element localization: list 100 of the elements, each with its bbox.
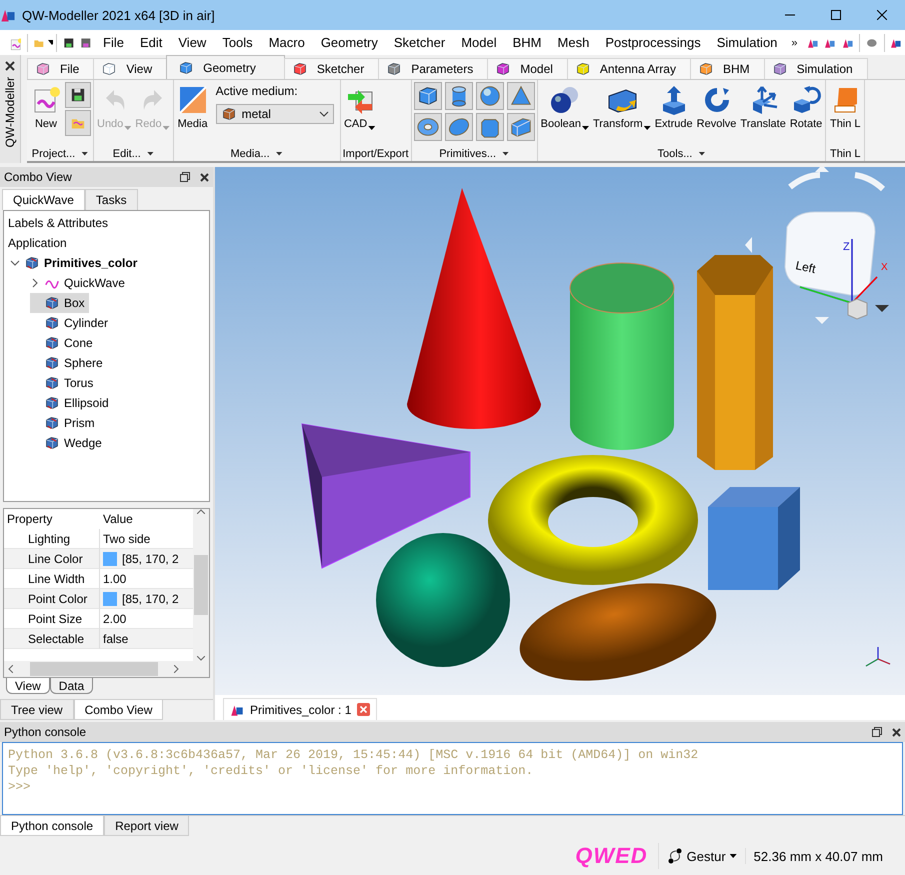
ribbon-tab[interactable]: Simulation	[764, 58, 868, 79]
tree-item[interactable]: Torus	[30, 373, 98, 393]
chevron-down-icon[interactable]	[10, 258, 20, 268]
scroll-down-icon[interactable]	[197, 656, 205, 661]
float-window-icon[interactable]	[872, 727, 882, 737]
group-title: Primitives...	[439, 148, 496, 160]
axis-triad-icon	[865, 646, 891, 667]
cylinder-button[interactable]	[444, 82, 473, 110]
scroll-right-icon[interactable]	[174, 665, 179, 673]
tree-item[interactable]: Prism	[30, 413, 99, 433]
scroll-up-icon[interactable]	[197, 509, 205, 514]
menu-item[interactable]: Postprocessings	[597, 35, 709, 50]
ribbon-button[interactable]: Extrude	[654, 82, 694, 132]
cube-button[interactable]	[414, 82, 442, 110]
dimensions-readout: 52.36 mm x 40.07 mm	[752, 848, 884, 864]
float-window-icon[interactable]	[180, 172, 190, 182]
tree-item[interactable]: Sphere	[30, 353, 107, 373]
medium-dropdown[interactable]: metal	[216, 104, 334, 124]
ribbon-button[interactable]: New	[29, 82, 63, 132]
menu-item[interactable]: BHM	[504, 35, 550, 50]
tree-item[interactable]: Box	[30, 293, 89, 313]
ribbon-button[interactable]: Rotate	[788, 82, 824, 132]
tree-item[interactable]: Primitives_color	[10, 253, 142, 273]
ribbon-tab[interactable]: Model	[487, 58, 568, 79]
menu-item[interactable]: Mesh	[550, 35, 598, 50]
ribbon-button[interactable]: Boolean	[540, 82, 590, 132]
ribbon-tab[interactable]: View	[93, 58, 168, 79]
property-value[interactable]: false	[100, 629, 193, 649]
prism-button[interactable]	[476, 113, 504, 141]
ellipsoid-button[interactable]	[444, 113, 473, 141]
menu-item[interactable]: Edit	[132, 35, 170, 50]
ribbon-tab[interactable]: File	[27, 58, 94, 79]
ribbon-button[interactable]: Media	[176, 82, 210, 132]
tree-item[interactable]: Ellipsoid	[30, 393, 113, 413]
panel-tab[interactable]: Tree view	[0, 700, 74, 720]
menu-item[interactable]: Tools	[214, 35, 261, 50]
close-icon	[877, 10, 887, 20]
ribbon-button[interactable]: Transform	[592, 82, 652, 132]
menu-item[interactable]: Sketcher	[386, 35, 454, 50]
document-tab[interactable]: Primitives_color : 1	[223, 698, 378, 720]
console-line: >>>	[8, 779, 32, 795]
save-button[interactable]	[65, 82, 91, 108]
ribbon-tab[interactable]: Geometry	[166, 55, 285, 79]
ribbon-tab[interactable]: Parameters	[378, 58, 488, 79]
panel-tab[interactable]: Report view	[104, 816, 190, 836]
tab-icon	[34, 61, 52, 77]
tree-item[interactable]: QuickWave	[30, 273, 129, 293]
ribbon-tab[interactable]: BHM	[690, 58, 765, 79]
3d-viewport[interactable]: Left Z X	[215, 167, 905, 695]
panel-title: QW-Modeller	[3, 77, 17, 148]
ribbon-button[interactable]: Translate	[739, 82, 787, 132]
dropdown-arrow-icon[interactable]	[48, 40, 54, 45]
column-header: Value	[102, 511, 134, 528]
sphere-button[interactable]	[476, 82, 504, 110]
dialog-launcher-icon[interactable]	[502, 152, 510, 156]
wedge-button[interactable]	[506, 113, 535, 141]
ribbon-tab[interactable]: Sketcher	[284, 58, 380, 79]
dialog-launcher-icon[interactable]	[276, 152, 283, 156]
tree-item[interactable]: Wedge	[30, 433, 106, 453]
cone-button[interactable]	[506, 82, 535, 110]
ribbon-tab[interactable]: Antenna Array	[566, 58, 691, 79]
menu-overflow-chevron[interactable]: »	[791, 36, 798, 48]
group-title: Import/Export	[342, 148, 409, 160]
torus-button[interactable]	[414, 113, 442, 141]
panel-tab[interactable]: Python console	[0, 816, 104, 836]
dialog-launcher-icon[interactable]	[146, 152, 154, 156]
menu-item[interactable]: File	[95, 35, 132, 50]
menu-item[interactable]: View	[170, 35, 214, 50]
tree-item[interactable]: Cylinder	[30, 313, 112, 333]
menu-item[interactable]: Geometry	[312, 35, 386, 50]
tree-header: Labels & Attributes	[7, 215, 110, 232]
panel-tab[interactable]: QuickWave	[2, 189, 85, 210]
menu-item[interactable]: Model	[453, 35, 505, 50]
property-tab[interactable]: Data	[50, 678, 94, 694]
panel-tab[interactable]: Tasks	[84, 189, 138, 210]
scrollbar-thumb[interactable]	[194, 555, 208, 615]
dialog-launcher-icon[interactable]	[81, 152, 88, 156]
navigation-style-dropdown[interactable]: Gestur	[658, 848, 746, 864]
scrollbar-thumb[interactable]	[30, 662, 158, 676]
cube-icon	[220, 106, 237, 122]
close-icon[interactable]	[200, 172, 209, 182]
property-value[interactable]: [85, 170, 2	[100, 589, 193, 609]
cube-view-menu-icon[interactable]	[848, 298, 889, 320]
ribbon-button[interactable]: Thin L	[828, 82, 862, 132]
property-value[interactable]: [85, 170, 2	[100, 549, 193, 569]
window-title: QW-Modeller 2021 x64 [3D in air]	[22, 8, 216, 22]
close-icon[interactable]	[5, 61, 15, 71]
dialog-launcher-icon[interactable]	[698, 152, 706, 156]
property-tab[interactable]: View	[6, 678, 50, 694]
chevron-right-icon[interactable]	[30, 278, 40, 288]
caret-icon	[730, 854, 737, 858]
menu-item[interactable]: Simulation	[708, 35, 786, 50]
scroll-left-icon[interactable]	[8, 665, 13, 673]
panel-tab[interactable]: Combo View	[74, 700, 164, 720]
ribbon-button[interactable]: CAD	[342, 82, 377, 132]
menu-item[interactable]: Macro	[260, 35, 313, 50]
tree-item[interactable]: Cone	[30, 333, 97, 353]
part-icon	[24, 255, 40, 271]
ribbon-button[interactable]: Revolve	[696, 82, 738, 132]
close-icon[interactable]	[892, 728, 901, 736]
